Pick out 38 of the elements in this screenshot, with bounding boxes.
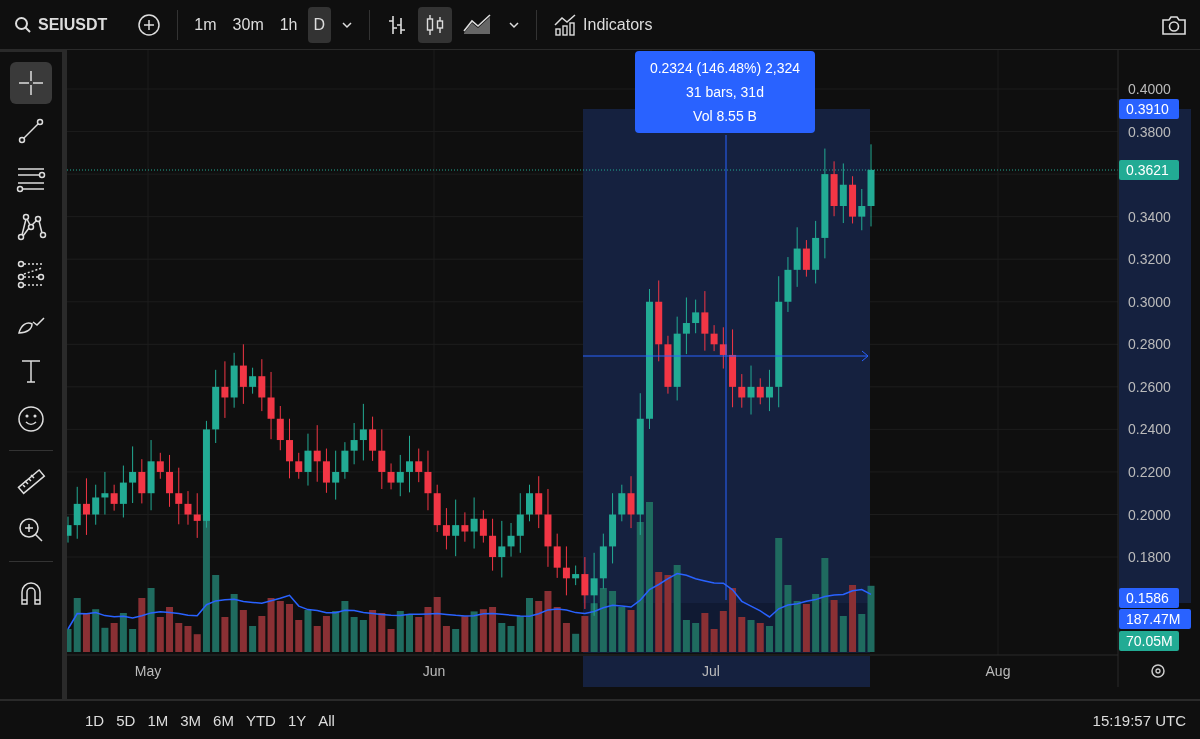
price-tag: 0.3910 [1119,99,1179,119]
interval-button[interactable]: 1h [273,6,304,43]
price-label: 0.3400 [1128,208,1171,225]
range-button[interactable]: YTD [240,707,281,733]
date-label: Jul [702,663,720,679]
symbol-search-button[interactable]: SEIUSDT [8,6,114,43]
date-label: Aug [985,663,1011,679]
range-button[interactable]: 1D [80,707,110,733]
range-button[interactable]: All [313,707,340,733]
range-button[interactable]: 6M [208,707,239,733]
date-label: Jun [422,663,446,679]
interval-button[interactable]: D [307,6,332,43]
price-label: 0.2600 [1128,378,1171,395]
indicators-button[interactable]: Indicators [547,6,659,43]
price-label: 0.3000 [1128,293,1171,310]
measure-text: 0.2324 (146.48%) 2,324 [649,60,801,76]
range-button[interactable]: 3M [175,707,207,733]
interval-button[interactable]: 1m [188,6,223,43]
price-label: 0.2000 [1128,506,1171,523]
range-button[interactable]: 1Y [282,707,312,733]
price-label: 0.3800 [1128,123,1171,140]
price-label: 0.2800 [1128,336,1171,353]
price-label: 0.1800 [1128,549,1171,566]
interval-button[interactable]: 30m [226,6,270,43]
price-label: 0.4000 [1128,81,1171,97]
price-label: 0.3200 [1128,251,1171,268]
price-label: 0.2200 [1128,463,1171,480]
price-tag: 0.3621 [1119,160,1179,180]
measure-text: 31 bars, 31d [686,84,764,100]
measure-text: Vol 8.55 B [693,108,757,124]
date-label: May [134,663,162,679]
price-tag: 0.1586 [1119,588,1179,608]
price-label: 0.2400 [1128,421,1171,438]
range-button[interactable]: 5D [111,707,141,733]
price-tag: 70.05M [1119,631,1179,651]
clock-text: 15:19:57 UTC [1092,711,1186,729]
price-tag: 187.47M [1119,609,1191,629]
range-button[interactable]: 1M [142,707,174,733]
